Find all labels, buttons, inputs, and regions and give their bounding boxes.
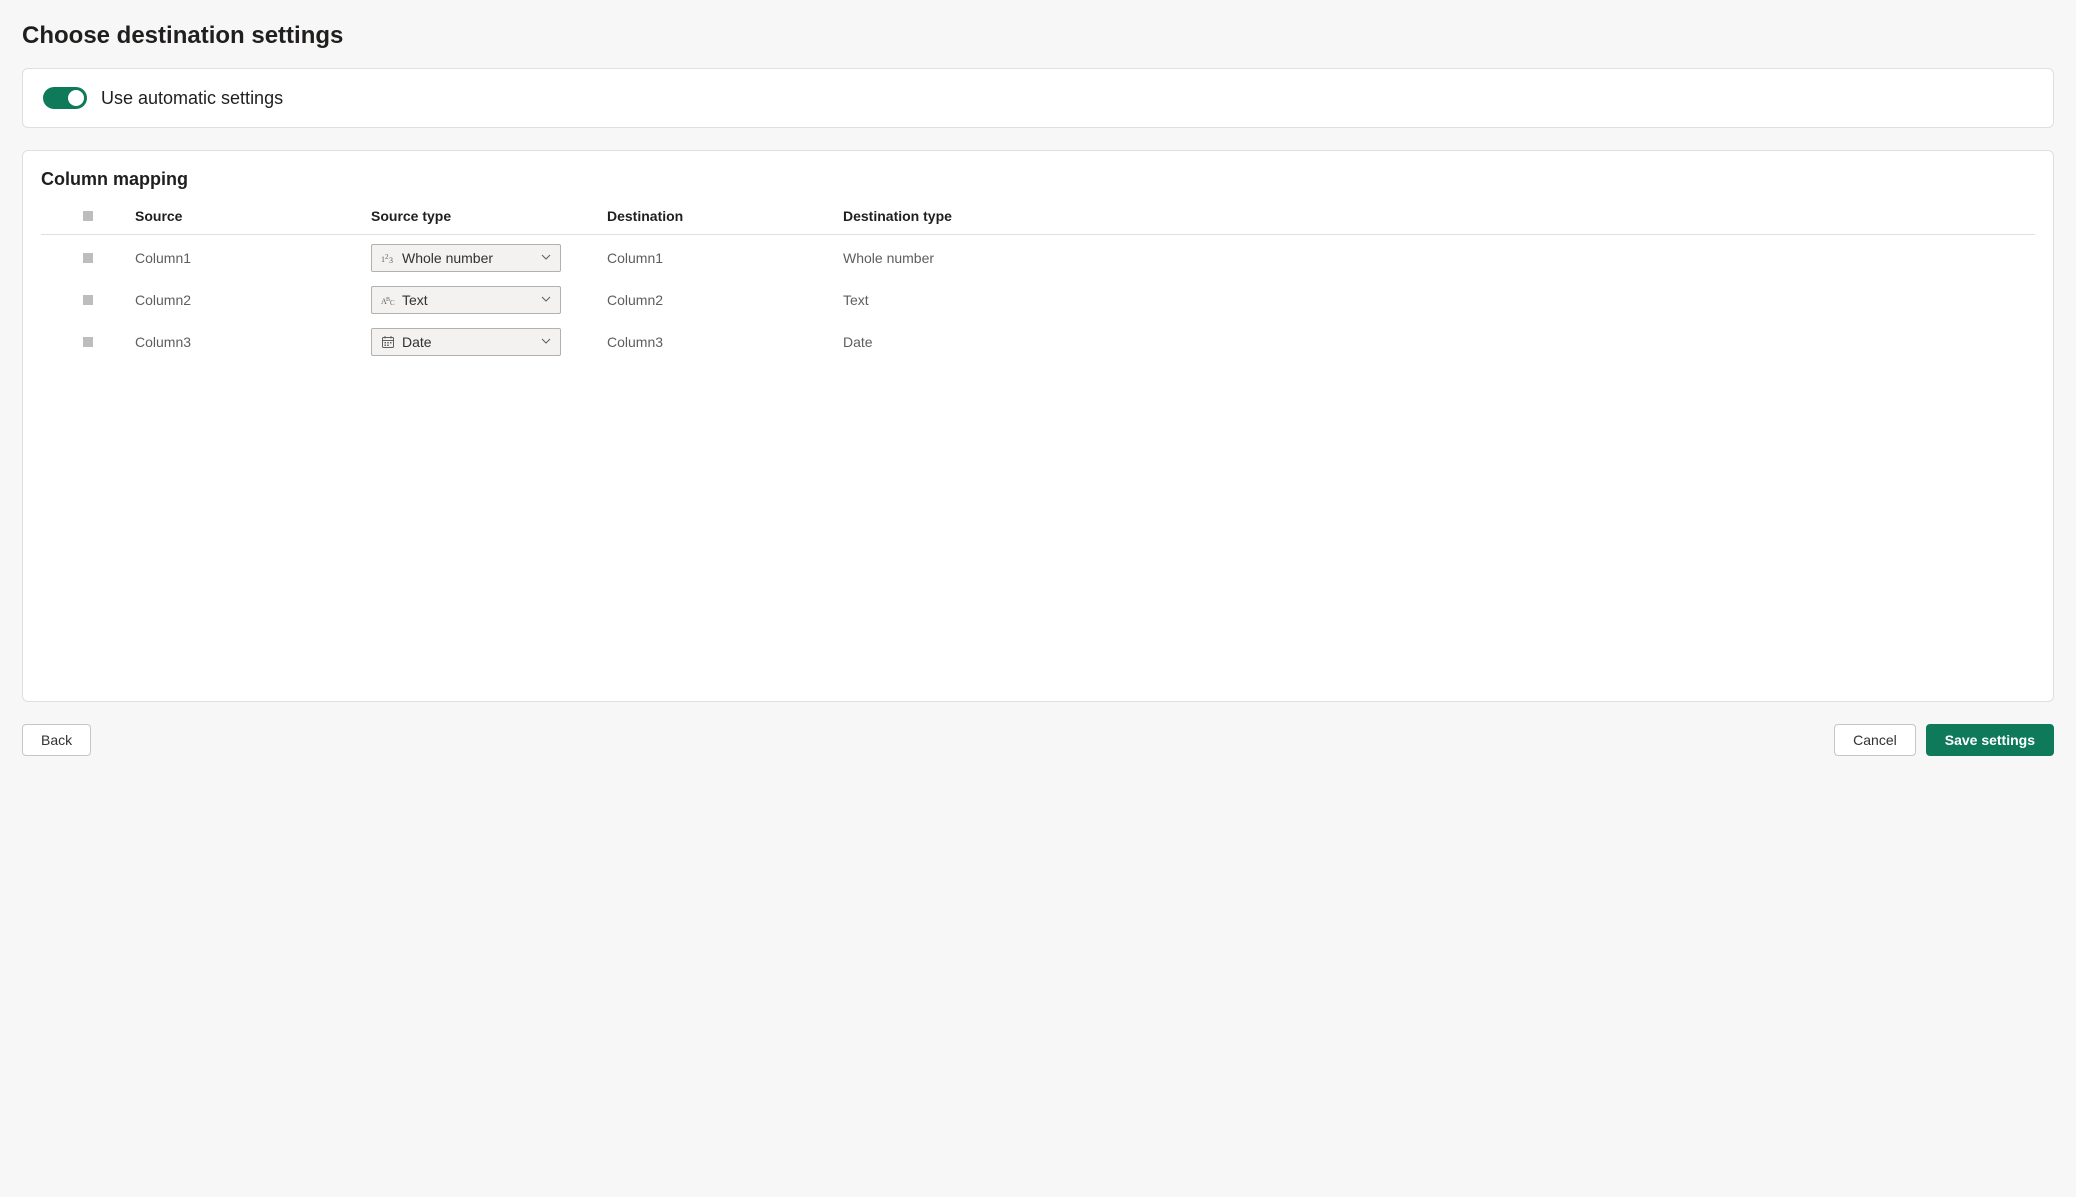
column-mapping-table: Source Source type Destination Destinati… (41, 208, 2035, 361)
toggle-knob (68, 90, 84, 106)
table-row: Column3 (41, 323, 2035, 361)
select-all-checkbox[interactable] (83, 211, 93, 221)
destination-type-cell: Date (843, 334, 2035, 350)
dropdown-value: Text (402, 292, 534, 308)
cancel-button[interactable]: Cancel (1834, 724, 1916, 756)
chevron-down-icon (540, 334, 552, 350)
destination-cell: Column3 (607, 334, 843, 350)
automatic-settings-label: Use automatic settings (101, 88, 283, 109)
number-icon: 1 2 3 (380, 250, 396, 266)
source-type-dropdown[interactable]: A B C Text (371, 286, 561, 314)
source-cell: Column1 (135, 250, 371, 266)
header-checkbox-cell (41, 211, 135, 221)
source-cell: Column3 (135, 334, 371, 350)
source-type-dropdown[interactable]: Date (371, 328, 561, 356)
row-checkbox[interactable] (83, 253, 93, 263)
row-checkbox[interactable] (83, 337, 93, 347)
source-type-cell: 1 2 3 Whole number (371, 244, 607, 272)
header-source-type: Source type (371, 208, 607, 224)
header-destination-type: Destination type (843, 208, 2035, 224)
svg-text:3: 3 (389, 256, 393, 265)
text-icon: A B C (380, 292, 396, 308)
source-type-dropdown[interactable]: 1 2 3 Whole number (371, 244, 561, 272)
automatic-settings-toggle[interactable] (43, 87, 87, 109)
destination-type-cell: Whole number (843, 250, 2035, 266)
row-checkbox[interactable] (83, 295, 93, 305)
header-destination: Destination (607, 208, 843, 224)
column-mapping-card: Column mapping Source Source type Destin… (22, 150, 2054, 702)
chevron-down-icon (540, 292, 552, 308)
destination-cell: Column1 (607, 250, 843, 266)
back-button[interactable]: Back (22, 724, 91, 756)
table-row: Column2 A B C Text Column2 (41, 281, 2035, 319)
chevron-down-icon (540, 250, 552, 266)
dropdown-value: Whole number (402, 250, 534, 266)
header-source: Source (135, 208, 371, 224)
destination-cell: Column2 (607, 292, 843, 308)
footer-right-group: Cancel Save settings (1834, 724, 2054, 756)
source-type-cell: A B C Text (371, 286, 607, 314)
source-type-cell: Date (371, 328, 607, 356)
column-mapping-title: Column mapping (41, 169, 2035, 190)
save-settings-button[interactable]: Save settings (1926, 724, 2054, 756)
row-checkbox-cell (41, 253, 135, 263)
source-cell: Column2 (135, 292, 371, 308)
footer-actions: Back Cancel Save settings (22, 724, 2054, 756)
row-checkbox-cell (41, 295, 135, 305)
page-title: Choose destination settings (22, 0, 2054, 68)
calendar-icon (380, 334, 396, 350)
table-row: Column1 1 2 3 Whole number (41, 239, 2035, 277)
destination-type-cell: Text (843, 292, 2035, 308)
svg-text:C: C (390, 299, 395, 307)
dropdown-value: Date (402, 334, 534, 350)
automatic-settings-card: Use automatic settings (22, 68, 2054, 128)
table-header-row: Source Source type Destination Destinati… (41, 208, 2035, 235)
row-checkbox-cell (41, 337, 135, 347)
